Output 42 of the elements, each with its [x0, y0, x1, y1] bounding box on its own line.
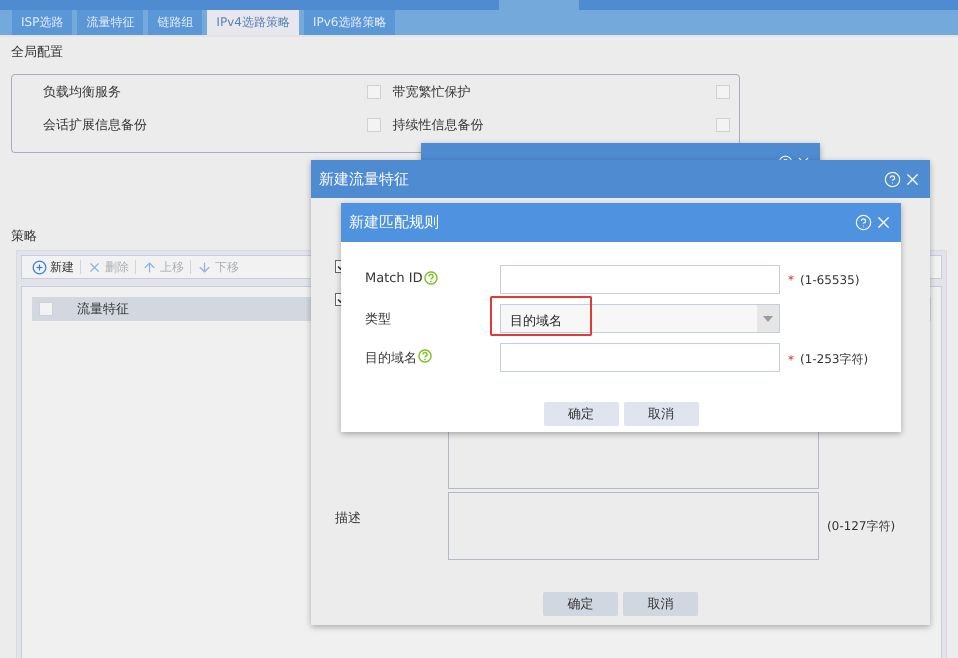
required-mark: * — [788, 273, 794, 287]
dialog-button[interactable]: 确定 — [544, 402, 618, 426]
toolbar-button[interactable]: 新建 — [26, 258, 80, 276]
dialog-button[interactable]: 确定 — [543, 592, 618, 616]
tab[interactable]: 链路组 — [148, 10, 202, 35]
section-title: 全局配置 — [11, 44, 63, 62]
caret-icon — [763, 316, 773, 322]
add-icon — [32, 260, 47, 274]
option-label: 负载均衡服务 — [43, 84, 121, 101]
checkbox[interactable] — [366, 85, 380, 99]
field-hint: (1-65535) — [800, 273, 860, 287]
tab[interactable]: IPv6选路策略 — [304, 10, 396, 35]
dialog-button[interactable]: 取消 — [624, 402, 698, 426]
dialog-button[interactable]: 取消 — [623, 592, 698, 616]
field-label: 类型 — [365, 311, 391, 328]
option-label: 会话扩展信息备份 — [43, 117, 147, 134]
field-hint: (1-253字符) — [800, 351, 868, 368]
help-icon[interactable] — [424, 271, 438, 285]
input-field[interactable] — [500, 343, 780, 372]
checkbox[interactable] — [716, 118, 730, 132]
field-hint: (0-127字符) — [827, 518, 896, 534]
tab[interactable]: 流量特征 — [77, 10, 144, 35]
dialog-title: 新建匹配规则 — [349, 213, 439, 232]
input-field[interactable] — [500, 265, 780, 294]
description-field[interactable] — [448, 492, 819, 560]
field-label: Match ID — [365, 271, 423, 286]
column-header: 流量特征 — [77, 301, 129, 318]
help-icon[interactable] — [418, 349, 432, 363]
tab[interactable]: IPv4选路策略 — [207, 10, 299, 35]
dialog-title: 新建流量特征 — [319, 170, 409, 188]
option-label: 持续性信息备份 — [392, 117, 484, 134]
required-mark: * — [788, 352, 794, 366]
field-label: 目的域名 — [365, 350, 417, 367]
checkbox[interactable] — [366, 118, 380, 132]
checkbox[interactable] — [39, 302, 53, 316]
dropdown[interactable]: 目的域名 — [500, 304, 780, 333]
tab[interactable]: ISP选路 — [12, 10, 72, 35]
field-label: 描述 — [335, 510, 361, 527]
arrow-down-icon — [197, 260, 212, 274]
checkbox[interactable] — [716, 85, 730, 99]
option-label: 带宽繁忙保护 — [392, 84, 470, 101]
section-title: 策略 — [11, 228, 37, 246]
